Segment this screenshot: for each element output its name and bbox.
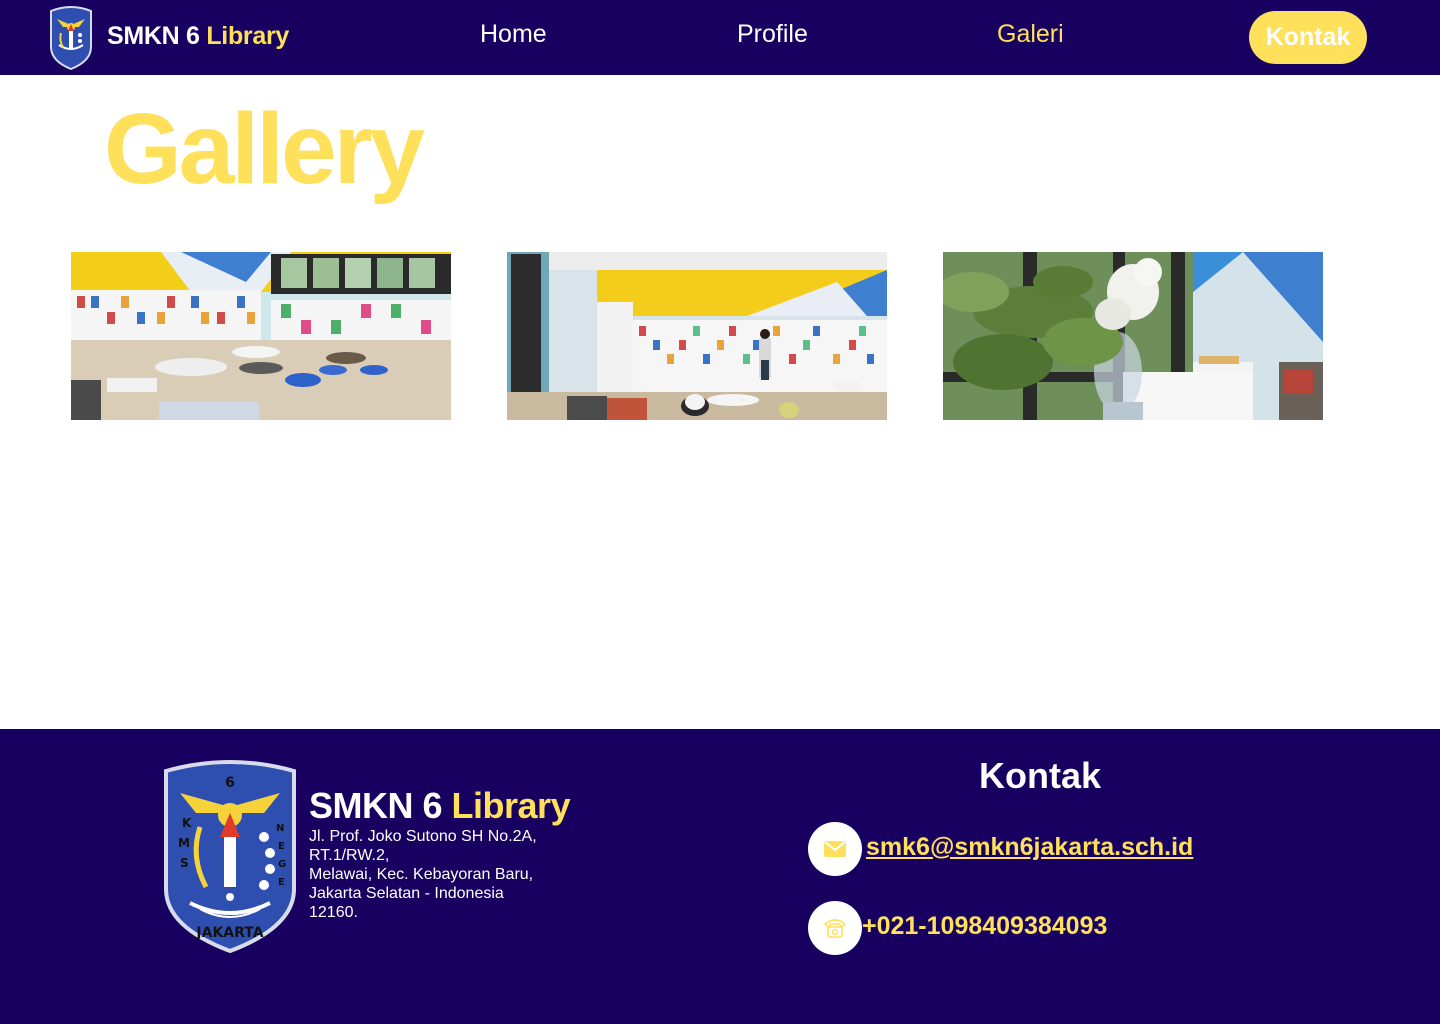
navbar: SMKN 6 Library Home Profile Galeri Konta… <box>0 0 1440 75</box>
footer-brand-name: SMKN 6 Library <box>309 785 571 827</box>
address-line: Jakarta Selatan - Indonesia <box>309 885 504 902</box>
nav-link-home[interactable]: Home <box>480 20 547 49</box>
brand-name[interactable]: SMKN 6 Library <box>107 22 289 51</box>
email-link[interactable]: smk6@smkn6jakarta.sch.id <box>866 833 1193 862</box>
svg-text:S: S <box>180 856 189 870</box>
contact-heading: Kontak <box>979 755 1102 796</box>
svg-text:N: N <box>276 823 284 834</box>
footer-brand-part2: Library <box>451 785 571 826</box>
page-title: Gallery <box>104 93 425 205</box>
svg-text:E: E <box>278 841 285 852</box>
svg-text:M: M <box>178 836 190 850</box>
phone-number: +021-1098409384093 <box>862 912 1108 940</box>
nav-link-galeri[interactable]: Galeri <box>997 20 1064 49</box>
school-logo-icon[interactable] <box>47 5 95 71</box>
footer: 6 S M K N E G E JAKARTA SMKN 6 Library J… <box>0 729 1440 1024</box>
svg-text:6: 6 <box>225 775 235 791</box>
address-line: 12160. <box>309 904 358 921</box>
brand-name-part1: SMKN 6 <box>107 22 200 50</box>
gallery-photo-bookshelves[interactable] <box>507 252 887 420</box>
gallery-photo-reading-room[interactable] <box>71 252 451 420</box>
school-address: Jl. Prof. Joko Sutono SH No.2A, RT.1/RW.… <box>309 827 569 922</box>
kontak-button[interactable]: Kontak <box>1249 11 1367 64</box>
svg-text:JAKARTA: JAKARTA <box>195 925 263 941</box>
footer-brand-part1: SMKN 6 <box>309 785 443 826</box>
svg-text:E: E <box>278 877 285 888</box>
address-line: Jl. Prof. Joko Sutono SH No.2A, <box>309 828 537 845</box>
phone-icon <box>808 901 862 955</box>
svg-text:K: K <box>182 816 192 830</box>
gallery-photo-window-plant[interactable] <box>943 252 1323 420</box>
svg-text:G: G <box>278 859 286 870</box>
nav-link-profile[interactable]: Profile <box>737 20 808 49</box>
mail-icon <box>808 822 862 876</box>
school-logo-icon: 6 S M K N E G E JAKARTA <box>160 757 300 954</box>
brand-name-part2: Library <box>206 22 289 50</box>
address-line: RT.1/RW.2, <box>309 847 390 864</box>
address-line: Melawai, Kec. Kebayoran Baru, <box>309 866 534 883</box>
